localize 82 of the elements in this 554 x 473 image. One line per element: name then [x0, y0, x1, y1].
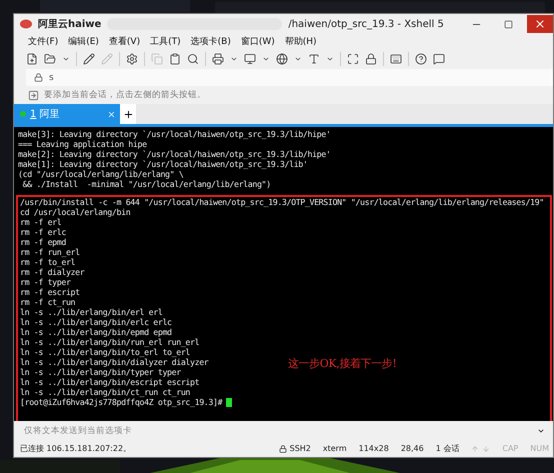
settings-icon[interactable]: [126, 53, 138, 65]
chat-icon[interactable]: [433, 53, 445, 65]
globe-icon[interactable]: [276, 53, 288, 65]
menu-item[interactable]: 工具(T): [150, 35, 181, 48]
terminal-line: ln -s ../lib/erlang/bin/run_erl run_erl: [20, 337, 200, 347]
maximize-icon: [504, 20, 512, 28]
menu-item[interactable]: 选项卡(B): [190, 35, 231, 48]
caret-icon[interactable]: [262, 55, 270, 63]
terminal-line: make[3]: Leaving directory `/usr/local/haiwen/otp_src_19.3/lib/hipe': [18, 129, 330, 139]
terminal-line: ln -s ../lib/erlang/bin/typer typer: [20, 367, 181, 377]
new-session-icon[interactable]: [26, 53, 38, 65]
terminal-line: rm -f escript: [20, 287, 80, 297]
terminal-line: /usr/bin/install -c -m 644 "/usr/local/haiwen/otp_src_19.3/OTP_VERSION" "/usr/local/erlang/lib/erlang/releases/19": [20, 197, 544, 207]
printer-icon[interactable]: [212, 53, 224, 65]
menu-item[interactable]: 查看(V): [108, 35, 140, 48]
terminal-line: ln -s ../lib/erlang/bin/erl erl: [20, 307, 162, 317]
caret-icon[interactable]: [62, 55, 70, 63]
caret-icon[interactable]: [294, 55, 302, 63]
terminal-line: ln -s ../lib/erlang/bin/dialyzer dialyzer: [20, 357, 208, 367]
address-text: s: [49, 72, 54, 82]
menu-item[interactable]: 帮助(H): [284, 35, 317, 48]
clipboard-icon[interactable]: [169, 53, 181, 65]
protocol-text: SSH2: [290, 444, 311, 453]
lock-icon: [278, 444, 287, 452]
terminal-line: ln -s ../lib/erlang/bin/ct_run ct_run: [20, 387, 190, 397]
cursor-position: 28,46: [400, 444, 424, 453]
terminal-line: rm -f epmd: [20, 237, 66, 247]
close-icon: [534, 18, 546, 30]
terminal-line: make[1]: Leaving directory `/usr/local/haiwen/otp_src_19.3/lib': [18, 159, 308, 169]
terminal-line: (cd "/usr/local/erlang/lib/erlang" \: [18, 169, 184, 179]
close-button[interactable]: [527, 15, 553, 33]
menu-item[interactable]: 窗口(W): [240, 35, 275, 48]
terminal-size: 114x28: [358, 444, 389, 453]
plus-icon: [122, 108, 134, 120]
window-title: 阿里云haiwe: [38, 18, 102, 31]
add-tab-button[interactable]: [120, 104, 136, 124]
caps-indicator: CAP: [502, 444, 518, 453]
annotation-text: 这一步OK,接着下一步!: [288, 359, 396, 369]
send-field[interactable]: 仅将文本发送到当前选项卡: [22, 424, 537, 436]
terminal-line: rm -f run_erl: [20, 247, 80, 257]
terminal-line: && ./Install -minimal "/usr/local/erlang/lib/erlang"): [22, 179, 271, 189]
pencil-icon[interactable]: [83, 53, 95, 65]
tab-label: 1 阿里: [30, 108, 60, 121]
terminal-line: ln -s ../lib/erlang/bin/epmd epmd: [20, 327, 172, 337]
monitor-icon[interactable]: [244, 53, 256, 65]
menu-item[interactable]: 文件(F): [28, 35, 58, 48]
terminal-prompt: [root@iZuf6hva42js778pdffqo4Z otp_src_19.3]#: [20, 397, 232, 408]
cursor: [226, 398, 232, 408]
terminal-line: rm -f ct_run: [20, 297, 76, 307]
terminal-line: rm -f erl: [20, 217, 62, 227]
terminal-line: ln -s ../lib/erlang/bin/to_erl to_erl: [20, 347, 190, 357]
hint-text: 要添加当前会话，点击左侧的箭头按钮。: [44, 89, 206, 101]
caret-icon[interactable]: [326, 55, 334, 63]
terminal-line: make[2]: Leaving directory `/usr/local/haiwen/otp_src_19.3/lib/hipe': [18, 149, 330, 159]
terminal-line: cd /usr/local/erlang/bin: [20, 207, 130, 217]
app-logo-icon: [20, 19, 32, 29]
terminal-line: rm -f erlc: [20, 227, 66, 237]
close-icon[interactable]: [107, 110, 116, 118]
font-icon[interactable]: [308, 53, 320, 65]
add-session-icon[interactable]: [28, 90, 39, 100]
lock-icon: [34, 73, 43, 82]
lock-icon[interactable]: [365, 53, 377, 65]
terminal-line: === Leaving application hipe: [18, 139, 147, 149]
folder-icon[interactable]: [44, 53, 56, 65]
window-title: /haiwen/otp_src_19.3 - Xshell 5: [288, 18, 444, 30]
maximize-icon[interactable]: [347, 53, 359, 65]
help-icon[interactable]: [415, 53, 427, 65]
caret-icon[interactable]: [230, 55, 238, 63]
terminal-line: rm -f to_erl: [20, 257, 76, 267]
connection-status: 已连接 106.15.181.207:22。: [20, 443, 132, 454]
num-indicator: NUM: [530, 444, 549, 453]
keyboard-icon[interactable]: [390, 53, 402, 65]
address-field[interactable]: s: [26, 69, 553, 86]
terminal-type: xterm: [322, 444, 347, 453]
terminal[interactable]: [14, 127, 553, 421]
session-count: 1 会话: [436, 443, 460, 454]
terminal-line: rm -f dialyzer: [20, 267, 84, 277]
terminal-line: rm -f typer: [20, 277, 71, 287]
menu-item[interactable]: 编辑(E): [68, 35, 99, 48]
terminal-line: ln -s ../lib/erlang/bin/erlc erlc: [20, 317, 172, 327]
terminal-line: ln -s ../lib/erlang/bin/escript escript: [20, 377, 200, 387]
search-icon[interactable]: [187, 53, 199, 65]
